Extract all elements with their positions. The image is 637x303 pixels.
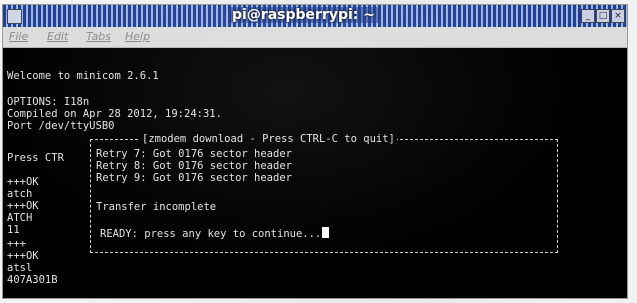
menu-bar: File Edit Tabs Help	[3, 27, 627, 48]
terminal-line: +++OK	[7, 200, 39, 212]
maximize-icon[interactable]: □	[596, 9, 610, 23]
dialog-title: [zmodem download - Press CTRL-C to quit]	[140, 133, 397, 145]
dialog-line: Retry 9: Got 0176 sector header	[96, 172, 292, 184]
dialog-prompt: READY: press any key to continue...	[100, 227, 330, 240]
dialog-line: Retry 7: Got 0176 sector header	[96, 148, 292, 160]
terminal-line: atsl	[7, 262, 33, 274]
cursor-block-icon	[322, 227, 330, 238]
terminal-line: 11	[7, 224, 20, 236]
terminal-line: ATCH	[7, 212, 33, 224]
dialog-line: Transfer incomplete	[96, 201, 217, 213]
minimize-icon[interactable]: _	[581, 9, 595, 23]
terminal-line: OPTIONS: I18n	[7, 96, 90, 108]
terminal-line: atch	[7, 188, 33, 200]
window-menu-icon[interactable]	[7, 9, 22, 24]
terminal-line: +++OK	[7, 176, 39, 188]
terminal-window: pi@raspberrypi: ~ _ □ × File Edit Tabs H…	[2, 4, 628, 299]
terminal-line: +++OK	[7, 250, 39, 262]
terminal-line: 407A301B	[7, 274, 58, 286]
window-title: pi@raspberrypi: ~	[228, 7, 380, 23]
terminal-line: Compiled on Apr 28 2012, 19:24:31.	[7, 108, 222, 120]
title-bar[interactable]: pi@raspberrypi: ~ _ □ ×	[3, 5, 627, 27]
dialog-line: Retry 8: Got 0176 sector header	[96, 160, 292, 172]
dialog-prompt-text: READY: press any key to continue...	[100, 228, 322, 240]
close-icon[interactable]: ×	[611, 9, 625, 23]
terminal-line: Port /dev/ttyUSB0	[7, 120, 115, 132]
terminal-line: Welcome to minicom 2.6.1	[7, 70, 159, 82]
menu-file[interactable]: File	[9, 30, 28, 43]
terminal-line: Press CTR	[7, 152, 64, 164]
menu-tabs[interactable]: Tabs	[86, 30, 111, 43]
zmodem-dialog: [zmodem download - Press CTRL-C to quit]…	[90, 133, 558, 253]
terminal-line: +++	[7, 238, 26, 250]
menu-edit[interactable]: Edit	[47, 30, 68, 43]
menu-help[interactable]: Help	[125, 30, 150, 43]
